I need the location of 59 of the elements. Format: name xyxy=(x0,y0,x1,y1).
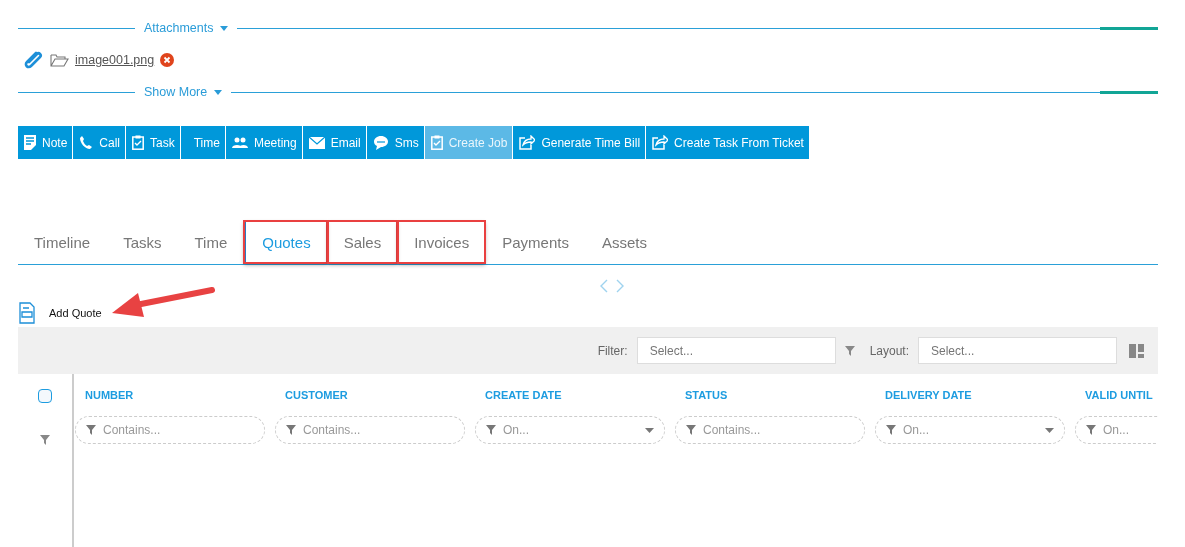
add-quote-button[interactable]: Add Quote xyxy=(18,302,102,324)
document-icon xyxy=(19,302,35,324)
toolbar-button[interactable]: Meeting xyxy=(225,126,303,159)
select-all-checkbox[interactable] xyxy=(38,389,52,403)
column-header[interactable]: DELIVERY DATE xyxy=(874,374,1074,416)
toolbar-button[interactable]: Note xyxy=(18,126,74,159)
filter-icon xyxy=(40,435,50,445)
filter-select[interactable]: Select... xyxy=(636,337,836,364)
phone-icon xyxy=(79,135,94,150)
filter-label: Filter: xyxy=(597,343,628,358)
tab[interactable]: Assets xyxy=(585,221,663,263)
filter-icon xyxy=(86,425,96,435)
share-icon xyxy=(519,135,536,150)
filter-icon xyxy=(1086,425,1096,435)
chat-icon xyxy=(372,135,389,150)
column-header[interactable]: STATUS xyxy=(674,374,874,416)
filter-icon xyxy=(486,425,496,435)
share-icon xyxy=(652,135,669,150)
column-header[interactable]: CUSTOMER xyxy=(274,374,474,416)
clipboard-icon xyxy=(430,135,443,150)
previous-icon[interactable] xyxy=(599,279,608,293)
toolbar-button[interactable]: Call xyxy=(73,126,127,159)
caret-icon xyxy=(214,89,223,95)
toolbar-button[interactable]: Email xyxy=(302,126,367,159)
column-header[interactable]: NUMBER xyxy=(74,374,274,416)
people-icon xyxy=(231,136,248,149)
toolbar-button[interactable]: Create Task From Ticket xyxy=(646,126,810,159)
tab[interactable]: Invoices xyxy=(398,221,486,263)
filter-icon xyxy=(844,345,855,356)
column-header[interactable]: VALID UNTIL xyxy=(1074,374,1158,416)
toolbar-button[interactable]: Task xyxy=(126,126,181,159)
next-icon[interactable] xyxy=(615,279,624,293)
caret-icon xyxy=(220,25,229,31)
tab[interactable]: Payments xyxy=(486,221,585,263)
envelope-icon xyxy=(308,136,325,149)
toolbar-button[interactable]: Generate Time Bill xyxy=(513,126,647,159)
tab[interactable]: Tasks xyxy=(107,221,178,263)
remove-icon[interactable] xyxy=(160,53,175,67)
dropdown-icon xyxy=(645,427,654,433)
filter-icon xyxy=(286,425,296,435)
tab[interactable]: Time xyxy=(178,221,244,263)
tab[interactable]: Quotes xyxy=(244,221,327,263)
folder-icon xyxy=(50,53,69,67)
column-header[interactable]: CREATE DATE xyxy=(474,374,674,416)
file-link[interactable]: image001.png xyxy=(75,53,155,67)
layout-label: Layout: xyxy=(869,343,909,358)
tab[interactable]: Sales xyxy=(327,221,398,263)
note-icon xyxy=(24,135,36,150)
layout-select[interactable]: Select... xyxy=(918,337,1117,364)
toolbar-button[interactable]: Sms xyxy=(366,126,425,159)
dropdown-icon xyxy=(1045,427,1054,433)
filter-icon xyxy=(686,425,696,435)
tab[interactable]: Timeline xyxy=(18,221,107,263)
section-toggle[interactable]: Attachments xyxy=(135,21,238,35)
filter-icon xyxy=(886,425,896,435)
section-toggle[interactable]: Show More xyxy=(135,85,232,99)
toolbar-button[interactable]: Time xyxy=(180,126,226,159)
clipboard-icon xyxy=(132,135,145,150)
layout-icon[interactable] xyxy=(1129,343,1144,358)
